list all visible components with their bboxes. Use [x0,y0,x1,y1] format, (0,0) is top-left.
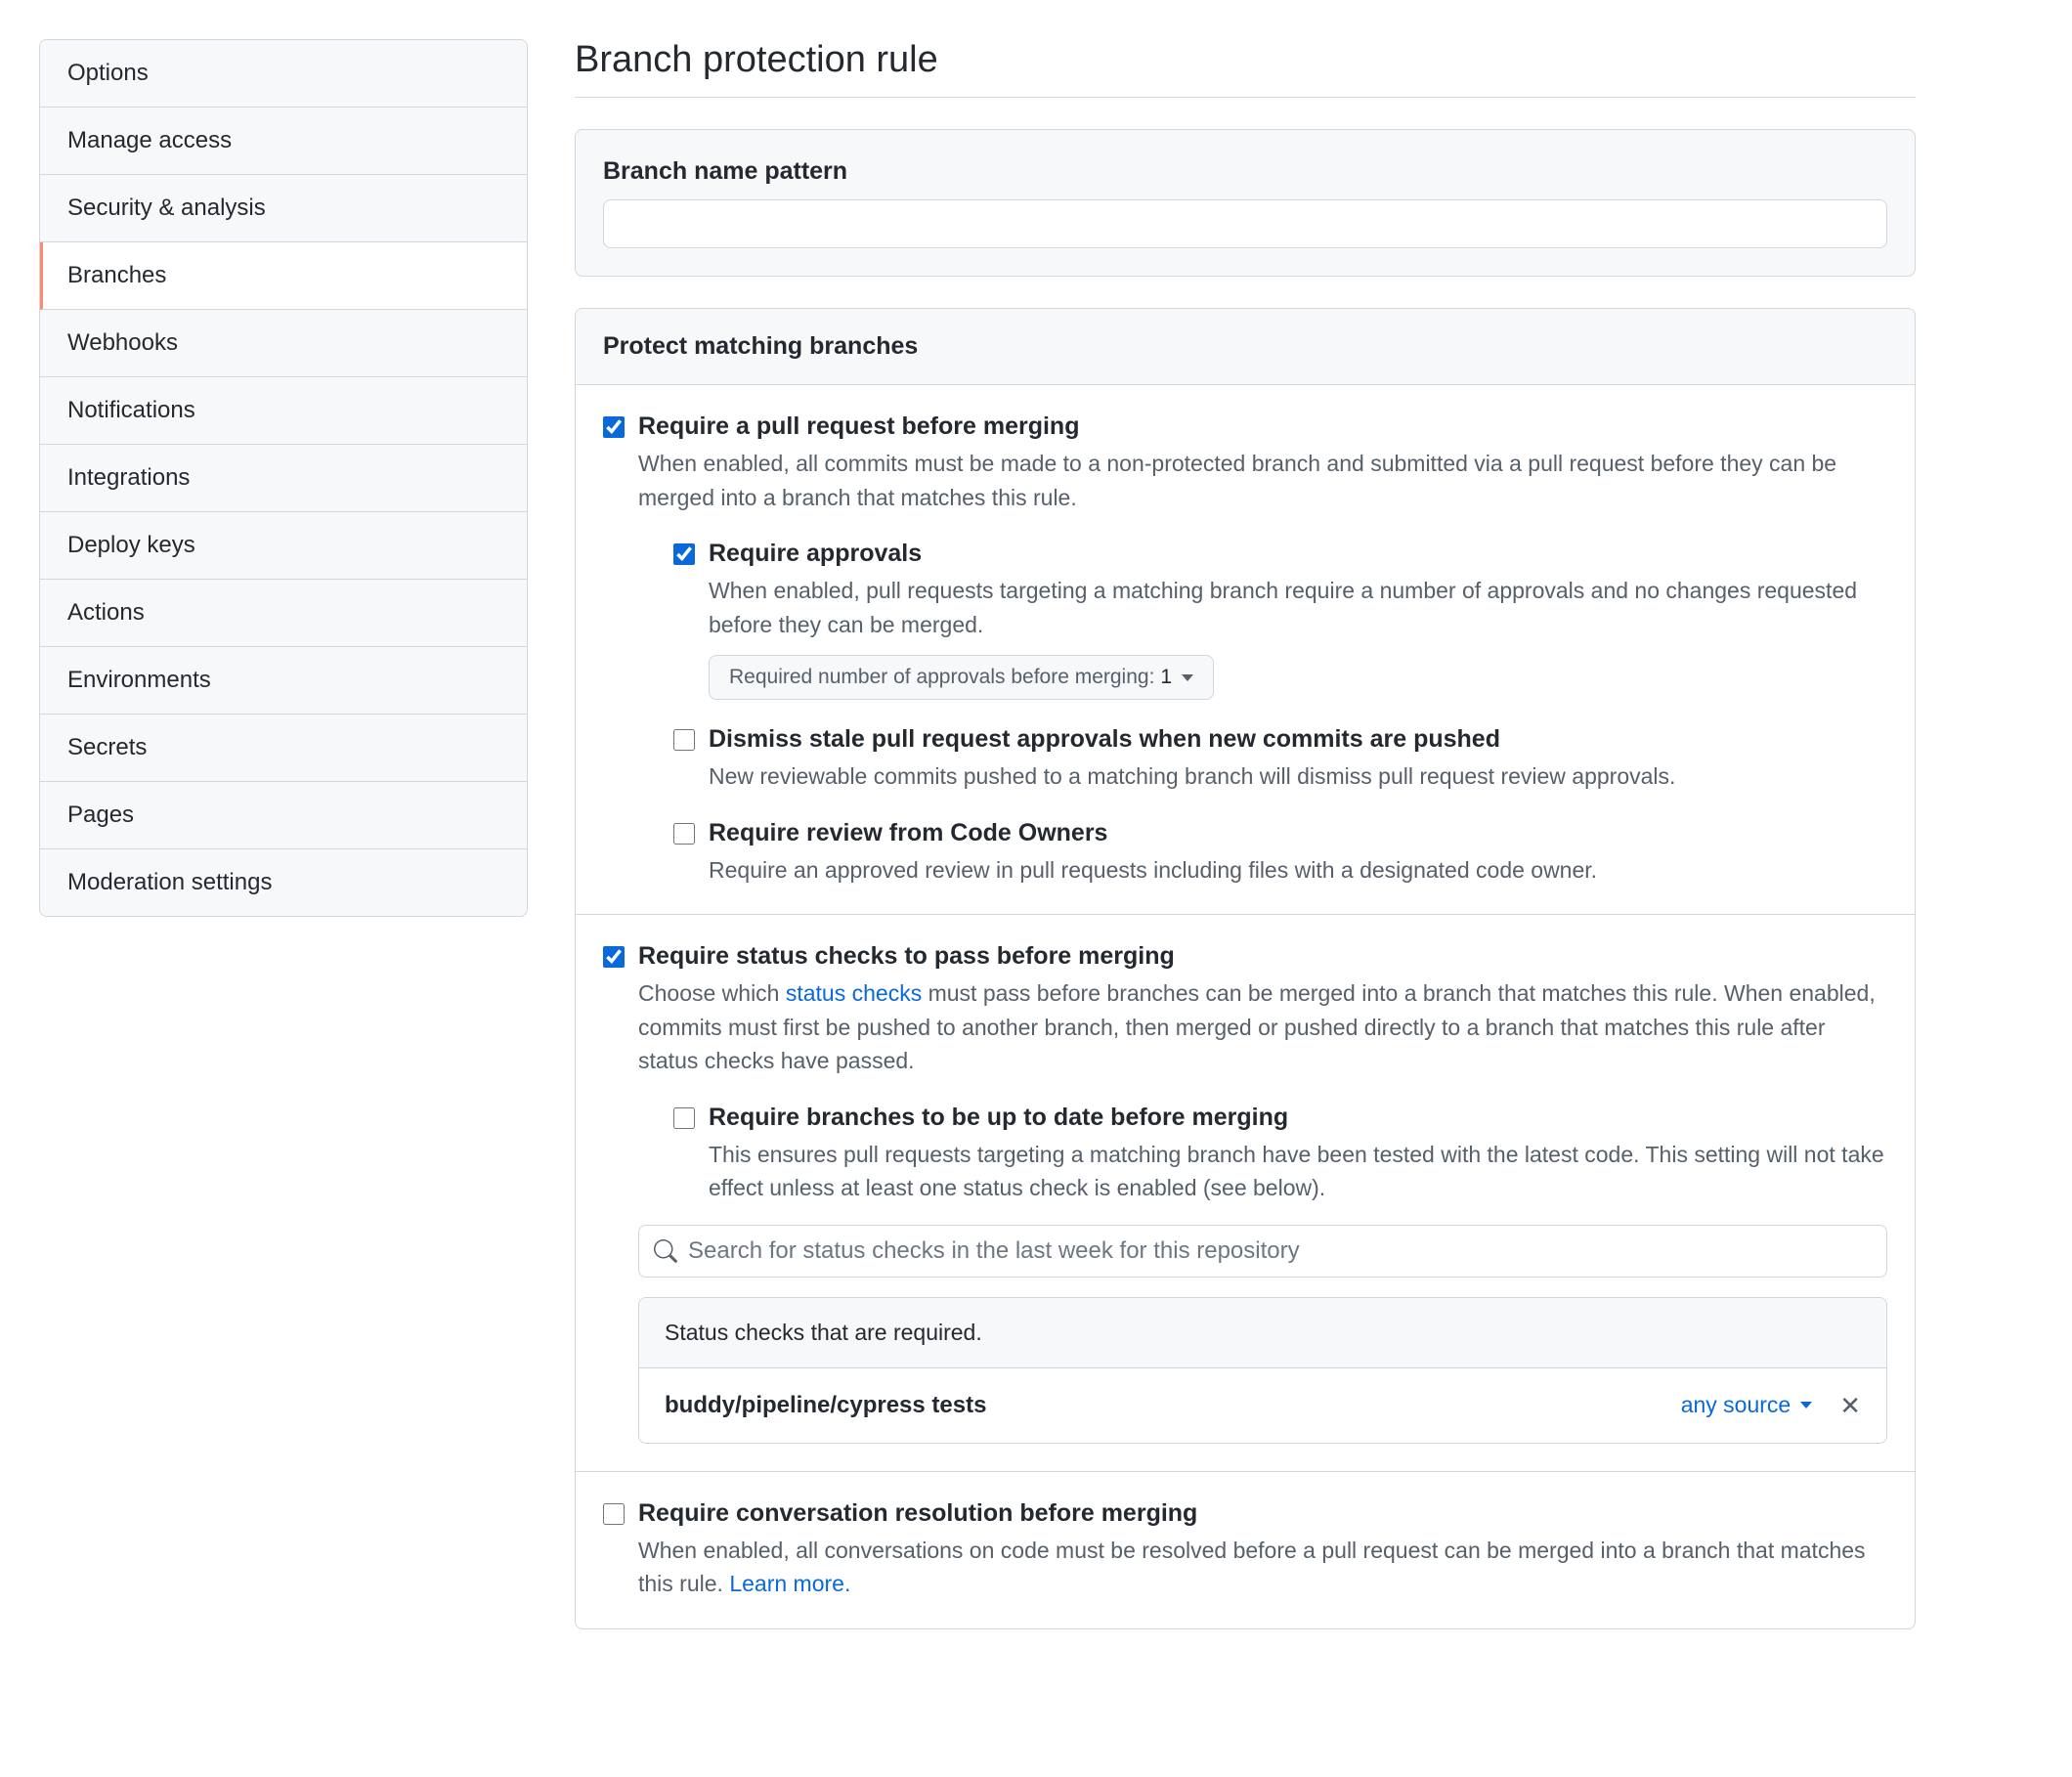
main-content: Branch protection rule Branch name patte… [575,39,1916,1661]
dismiss-stale-desc: New reviewable commits pushed to a match… [709,759,1887,794]
sidebar-item-secrets[interactable]: Secrets [40,715,527,782]
require-pr-checkbox[interactable] [603,416,625,438]
learn-more-link[interactable]: Learn more. [729,1571,850,1596]
caret-down-icon [1800,1402,1812,1409]
require-approvals-checkbox[interactable] [673,543,695,565]
settings-sidebar: Options Manage access Security & analysi… [39,39,528,1661]
code-owners-checkbox[interactable] [673,823,695,845]
search-icon [654,1239,677,1263]
status-checks-link[interactable]: status checks [786,980,922,1006]
up-to-date-desc: This ensures pull requests targeting a m… [709,1138,1887,1205]
dismiss-stale-checkbox[interactable] [673,729,695,751]
required-check-row: buddy/pipeline/cypress tests any source … [639,1368,1886,1443]
require-approvals-title: Require approvals [709,540,1887,568]
conversation-resolution-checkbox[interactable] [603,1503,625,1525]
sidebar-item-environments[interactable]: Environments [40,647,527,715]
sidebar-item-webhooks[interactable]: Webhooks [40,310,527,377]
conversation-title: Require conversation resolution before m… [638,1499,1887,1528]
caret-down-icon [1182,674,1193,681]
sidebar-item-integrations[interactable]: Integrations [40,445,527,512]
approvals-dropdown-label: Required number of approvals before merg… [729,666,1154,689]
remove-check-button[interactable]: ✕ [1839,1393,1861,1418]
page-title: Branch protection rule [575,39,1916,98]
dismiss-stale-title: Dismiss stale pull request approvals whe… [709,725,1887,754]
status-checks-desc: Choose which status checks must pass bef… [638,976,1887,1078]
require-pr-title: Require a pull request before merging [638,412,1887,441]
sidebar-item-branches[interactable]: Branches [40,242,527,310]
sidebar-item-pages[interactable]: Pages [40,782,527,849]
status-checks-checkbox[interactable] [603,946,625,968]
code-owners-title: Require review from Code Owners [709,819,1887,847]
require-pr-desc: When enabled, all commits must be made t… [638,447,1887,514]
require-approvals-desc: When enabled, pull requests targeting a … [709,574,1887,641]
check-name: buddy/pipeline/cypress tests [665,1392,986,1419]
sidebar-item-moderation-settings[interactable]: Moderation settings [40,849,527,916]
branch-pattern-input[interactable] [603,199,1887,248]
conversation-desc: When enabled, all conversations on code … [638,1534,1887,1601]
status-checks-title: Require status checks to pass before mer… [638,942,1887,971]
required-checks-header: Status checks that are required. [639,1298,1886,1368]
sidebar-item-actions[interactable]: Actions [40,580,527,647]
status-checks-search-input[interactable] [638,1225,1887,1278]
required-checks-box: Status checks that are required. buddy/p… [638,1297,1887,1444]
check-source-dropdown[interactable]: any source [1681,1392,1813,1418]
sidebar-item-notifications[interactable]: Notifications [40,377,527,445]
approvals-count-dropdown[interactable]: Required number of approvals before merg… [709,655,1214,700]
sidebar-item-deploy-keys[interactable]: Deploy keys [40,512,527,580]
protect-header: Protect matching branches [576,309,1915,385]
sidebar-item-manage-access[interactable]: Manage access [40,108,527,175]
up-to-date-checkbox[interactable] [673,1107,695,1129]
code-owners-desc: Require an approved review in pull reque… [709,853,1887,888]
branch-pattern-label: Branch name pattern [603,157,1887,186]
branch-pattern-card: Branch name pattern [575,129,1916,277]
approvals-dropdown-value: 1 [1160,666,1172,689]
sidebar-item-options[interactable]: Options [40,40,527,108]
protect-branches-card: Protect matching branches Require a pull… [575,308,1916,1629]
up-to-date-title: Require branches to be up to date before… [709,1104,1887,1132]
sidebar-item-security-analysis[interactable]: Security & analysis [40,175,527,242]
